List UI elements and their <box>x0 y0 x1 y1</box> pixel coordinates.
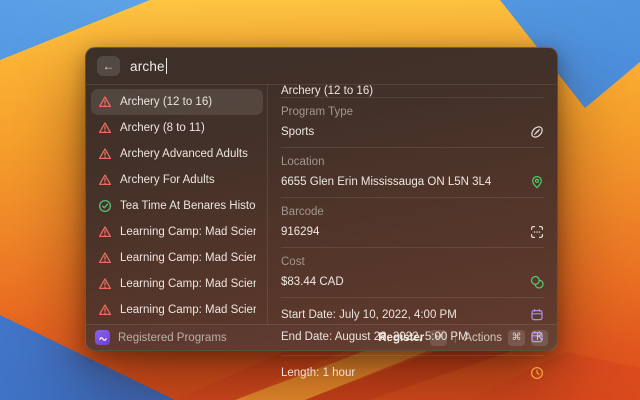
location-pin-icon <box>530 175 544 189</box>
detail-section-barcode: Barcode 916294 <box>281 198 544 248</box>
list-item-label: Tea Time At Benares Historic Ho... <box>120 200 256 212</box>
calendar-icon <box>530 308 544 322</box>
squiggle-glyph <box>97 332 109 344</box>
arrow-left-icon: ← <box>103 59 115 73</box>
detail-section-program-type: Program Type Sports <box>281 98 544 148</box>
footer-source-label: Registered Programs <box>118 332 227 344</box>
warning-icon <box>98 225 112 239</box>
warning-icon <box>98 121 112 135</box>
field-label: Program Type <box>281 104 544 121</box>
field-value: $83.44 CAD <box>281 276 344 288</box>
list-item-label: Archery Advanced Adults <box>120 148 248 160</box>
detail-panel: Archery (12 to 16) Program Type Sports L… <box>268 85 557 324</box>
text-caret <box>166 58 168 74</box>
start-date-text: Start Date: July 10, 2022, 4:00 PM <box>281 309 457 321</box>
detail-title: Archery (12 to 16) <box>281 85 544 98</box>
coins-icon <box>530 275 544 289</box>
barcode-scan-icon <box>530 225 544 239</box>
footer-bar: Registered Programs Register ↵ Actions ⌘… <box>86 324 557 350</box>
check-circle-icon <box>98 199 112 213</box>
list-item-label: Archery For Adults <box>120 174 215 186</box>
list-item[interactable]: Learning Camp: Mad Science -... <box>91 297 263 323</box>
detail-section-location: Location 6655 Glen Erin Mississauga ON L… <box>281 148 544 198</box>
back-button[interactable]: ← <box>97 56 120 76</box>
list-item[interactable]: Learning Camp: Mad Science -... <box>91 245 263 271</box>
warning-icon <box>98 277 112 291</box>
list-item-label: Learning Camp: Mad Science -... <box>120 226 256 238</box>
list-item[interactable]: Learning Camp: Mad Science -... <box>91 271 263 297</box>
actions-label: Actions <box>464 332 502 344</box>
list-item-label: Archery (12 to 16) <box>120 96 212 108</box>
list-item-label: Learning Camp: Mad Science -... <box>120 252 256 264</box>
command-keycap: ⌘ <box>508 330 525 346</box>
extension-icon <box>95 330 110 345</box>
register-button[interactable]: Register ↵ <box>378 330 447 346</box>
list-item-label: Learning Camp: Mad Science -... <box>120 278 256 290</box>
results-list: Archery (12 to 16) Archery (8 to 11) Arc… <box>86 85 268 324</box>
list-item-label: Archery (8 to 11) <box>120 122 205 134</box>
actions-button[interactable]: Actions ⌘ K <box>464 330 548 346</box>
warning-icon <box>98 147 112 161</box>
field-label: Barcode <box>281 204 544 221</box>
search-input[interactable]: arche <box>130 58 167 74</box>
list-item[interactable]: Archery For Adults <box>91 167 263 193</box>
list-item[interactable]: Archery (8 to 11) <box>91 115 263 141</box>
list-item[interactable]: Archery (12 to 16) <box>91 89 263 115</box>
field-value: 6655 Glen Erin Mississauga ON L5N 3L4 <box>281 176 491 188</box>
footer-divider <box>455 332 456 343</box>
clock-icon <box>530 366 544 380</box>
warning-icon <box>98 251 112 265</box>
detail-section-cost: Cost $83.44 CAD <box>281 248 544 298</box>
length-text: Length: 1 hour <box>281 367 355 379</box>
return-keycap: ↵ <box>430 330 447 346</box>
field-value: 916294 <box>281 226 319 238</box>
field-value: Sports <box>281 126 314 138</box>
detail-section-length: Length: 1 hour <box>281 356 544 391</box>
field-label: Location <box>281 154 544 171</box>
list-item[interactable]: Tea Time At Benares Historic Ho... <box>91 193 263 219</box>
list-item-label: Learning Camp: Mad Science -... <box>120 304 256 316</box>
sports-ball-icon <box>530 125 544 139</box>
k-keycap: K <box>531 330 548 346</box>
list-item[interactable]: Archery Advanced Adults <box>91 141 263 167</box>
warning-icon <box>98 303 112 317</box>
main-area: Archery (12 to 16) Archery (8 to 11) Arc… <box>86 85 557 324</box>
search-bar: ← arche <box>86 48 557 85</box>
register-label: Register <box>378 332 424 344</box>
search-query: arche <box>130 59 165 74</box>
list-item[interactable]: Learning Camp: Mad Science -... <box>91 219 263 245</box>
launcher-window: ← arche Archery (12 to 16) Archery (8 to… <box>85 47 558 351</box>
warning-icon <box>98 173 112 187</box>
warning-icon <box>98 95 112 109</box>
field-label: Cost <box>281 254 544 271</box>
